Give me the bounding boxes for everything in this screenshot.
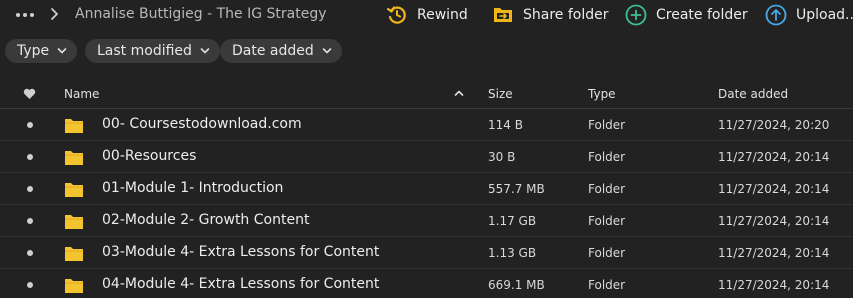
upload-icon [765, 4, 787, 26]
file-name: 04-Module 4- Extra Lessons for Content [102, 276, 380, 292]
file-name: 02-Module 2- Growth Content [102, 212, 310, 228]
top-bar: Annalise Buttigieg - The IG Strategy Rew… [0, 0, 853, 30]
table-row[interactable]: 00-Resources 30 B Folder 11/27/2024, 20:… [0, 141, 853, 173]
column-header-name[interactable]: Name [64, 87, 99, 101]
favorite-marker[interactable] [27, 154, 33, 160]
create-folder-button[interactable]: Create folder [625, 3, 748, 27]
more-dots-icon [16, 13, 20, 17]
type-filter[interactable]: Type [5, 39, 78, 63]
file-date-added: 11/27/2024, 20:14 [718, 246, 830, 260]
file-date-added: 11/27/2024, 20:14 [718, 278, 830, 292]
last-modified-filter[interactable]: Last modified [85, 39, 220, 63]
table-row[interactable]: 01-Module 1- Introduction 557.7 MB Folde… [0, 173, 853, 205]
heart-icon[interactable] [23, 88, 36, 100]
rewind-label: Rewind [417, 7, 468, 23]
file-list: 00- Coursestodownload.com 114 B Folder 1… [0, 109, 853, 298]
file-type: Folder [588, 214, 626, 228]
folder-icon [65, 247, 83, 261]
date-added-filter[interactable]: Date added [220, 39, 342, 63]
share-folder-button[interactable]: Share folder [492, 3, 609, 27]
file-date-added: 11/27/2024, 20:14 [718, 182, 830, 196]
file-name: 00- Coursestodownload.com [102, 116, 302, 132]
file-size: 114 B [488, 118, 523, 132]
file-size: 1.17 GB [488, 214, 537, 228]
breadcrumb-current-folder[interactable]: Annalise Buttigieg - The IG Strategy [75, 6, 327, 22]
favorite-marker[interactable] [27, 122, 33, 128]
folder-icon [65, 151, 83, 165]
file-date-added: 11/27/2024, 20:20 [718, 118, 830, 132]
create-folder-label: Create folder [656, 7, 748, 23]
folder-icon [65, 119, 83, 133]
share-folder-icon [494, 8, 512, 22]
file-size: 1.13 GB [488, 246, 537, 260]
table-header: Name Size Type Date added [0, 78, 853, 109]
file-name: 03-Module 4- Extra Lessons for Content [102, 244, 380, 260]
rewind-button[interactable]: Rewind [386, 3, 468, 27]
table-row[interactable]: 04-Module 4- Extra Lessons for Content 6… [0, 269, 853, 298]
chevron-right-icon [51, 8, 58, 20]
type-filter-label: Type [17, 43, 50, 59]
file-type: Folder [588, 118, 626, 132]
file-date-added: 11/27/2024, 20:14 [718, 214, 830, 228]
file-type: Folder [588, 182, 626, 196]
file-name: 01-Module 1- Introduction [102, 180, 284, 196]
file-size: 557.7 MB [488, 182, 545, 196]
favorite-marker[interactable] [27, 282, 33, 288]
favorite-marker[interactable] [27, 218, 33, 224]
rewind-icon [386, 6, 406, 24]
column-header-type[interactable]: Type [588, 87, 616, 101]
column-header-size[interactable]: Size [488, 87, 513, 101]
create-folder-icon [625, 4, 647, 26]
more-options-button[interactable] [16, 9, 38, 21]
share-folder-label: Share folder [523, 7, 609, 23]
table-row[interactable]: 03-Module 4- Extra Lessons for Content 1… [0, 237, 853, 269]
upload-label: Upload... [796, 7, 853, 23]
file-name: 00-Resources [102, 148, 197, 164]
chevron-down-icon [200, 48, 210, 54]
file-type: Folder [588, 246, 626, 260]
file-type: Folder [588, 278, 626, 292]
chevron-down-icon [322, 48, 332, 54]
upload-button[interactable]: Upload... [765, 3, 853, 27]
column-header-date-added[interactable]: Date added [718, 87, 788, 101]
favorite-marker[interactable] [27, 186, 33, 192]
file-date-added: 11/27/2024, 20:14 [718, 150, 830, 164]
last-modified-filter-label: Last modified [97, 43, 192, 59]
table-row[interactable]: 00- Coursestodownload.com 114 B Folder 1… [0, 109, 853, 141]
file-size: 669.1 MB [488, 278, 545, 292]
file-type: Folder [588, 150, 626, 164]
date-added-filter-label: Date added [232, 43, 314, 59]
file-size: 30 B [488, 150, 516, 164]
chevron-down-icon [57, 48, 67, 54]
folder-icon [65, 279, 83, 293]
folder-icon [65, 215, 83, 229]
table-row[interactable]: 02-Module 2- Growth Content 1.17 GB Fold… [0, 205, 853, 237]
folder-icon [65, 183, 83, 197]
sort-ascending-icon[interactable] [454, 89, 464, 97]
favorite-marker[interactable] [27, 250, 33, 256]
